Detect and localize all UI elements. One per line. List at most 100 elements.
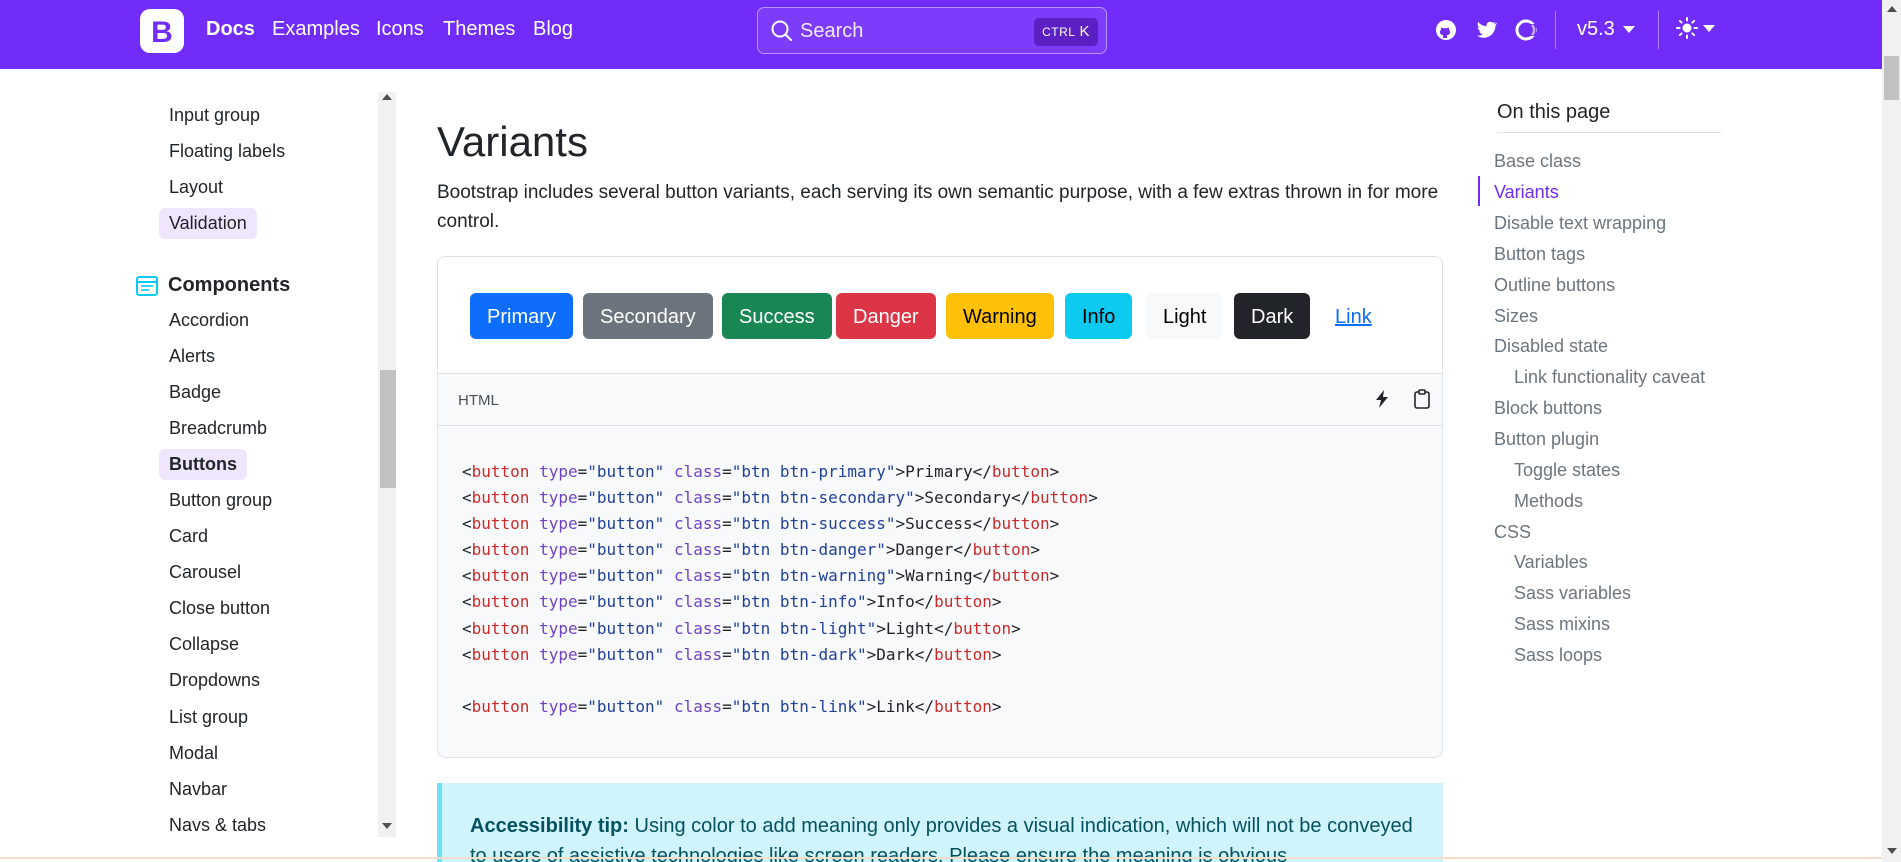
sidebar-item-carousel[interactable]: Carousel xyxy=(169,562,241,583)
button-example-preview: Primary Secondary Success Danger Warning… xyxy=(437,256,1443,374)
scroll-up-arrow-icon[interactable] xyxy=(382,94,392,100)
docs-sidebar: Input group Floating labels Layout Valid… xyxy=(0,90,380,862)
code-line: <button type="button" class="btn btn-pri… xyxy=(462,462,1060,481)
sidebar-item-card[interactable]: Card xyxy=(169,526,208,547)
version-dropdown[interactable]: v5.3 xyxy=(1577,18,1635,41)
toc-item[interactable]: Disable text wrapping xyxy=(1494,213,1666,234)
code-line: <button type="button" class="btn btn-inf… xyxy=(462,592,1002,611)
bootstrap-logo-icon[interactable]: B xyxy=(138,7,186,55)
toc-item[interactable]: Disabled state xyxy=(1494,336,1608,357)
sidebar-item-alerts[interactable]: Alerts xyxy=(169,346,215,367)
components-icon xyxy=(136,275,158,296)
nav-docs-link[interactable]: Docs xyxy=(206,18,255,41)
code-line: <button type="button" class="btn btn-lin… xyxy=(462,697,1002,716)
sidebar-item-button-group[interactable]: Button group xyxy=(169,490,272,511)
nav-blog-link[interactable]: Blog xyxy=(533,18,573,41)
code-line: <button type="button" class="btn btn-sec… xyxy=(462,488,1098,507)
code-language-label: HTML xyxy=(458,392,499,409)
danger-button[interactable]: Danger xyxy=(836,293,936,339)
sidebar-heading-components: Components xyxy=(136,274,290,297)
toc-item[interactable]: Outline buttons xyxy=(1494,275,1615,296)
scroll-down-arrow-icon[interactable] xyxy=(382,823,392,829)
opencollective-icon[interactable] xyxy=(1514,18,1538,42)
page-scrollbar-thumb[interactable] xyxy=(1884,56,1899,100)
toc-divider xyxy=(1497,132,1721,133)
toc-item[interactable]: Sass variables xyxy=(1514,583,1631,604)
toc-item[interactable]: Sizes xyxy=(1494,306,1538,327)
toc-active-indicator xyxy=(1478,176,1480,206)
sun-icon xyxy=(1676,17,1698,39)
scroll-down-arrow-icon[interactable] xyxy=(1887,848,1897,854)
sidebar-item-collapse[interactable]: Collapse xyxy=(169,634,239,655)
callout-title: Accessibility tip: xyxy=(470,815,629,837)
warning-button[interactable]: Warning xyxy=(946,293,1054,339)
theme-toggle-dropdown[interactable] xyxy=(1675,16,1715,40)
code-line: <button type="button" class="btn btn-suc… xyxy=(462,514,1060,533)
clipboard-icon[interactable] xyxy=(1411,388,1433,410)
dark-button[interactable]: Dark xyxy=(1234,293,1311,339)
sidebar-item-navbar[interactable]: Navbar xyxy=(169,779,227,800)
search-placeholder: Search xyxy=(800,20,864,42)
twitter-icon[interactable] xyxy=(1474,18,1498,42)
top-navbar: B Docs Examples Icons Themes Blog Search… xyxy=(0,0,1882,69)
chevron-down-icon xyxy=(1622,26,1635,34)
toc-item[interactable]: Sass mixins xyxy=(1514,614,1610,635)
sidebar-item-layout[interactable]: Layout xyxy=(169,177,223,198)
lightning-icon[interactable] xyxy=(1371,388,1393,410)
svg-text:B: B xyxy=(151,16,173,49)
sidebar-item-buttons[interactable]: Buttons xyxy=(159,449,247,480)
scroll-up-arrow-icon[interactable] xyxy=(1887,6,1897,12)
code-line: <button type="button" class="btn btn-lig… xyxy=(462,619,1021,638)
sidebar-item-list-group[interactable]: List group xyxy=(169,707,248,728)
search-icon xyxy=(771,20,792,41)
search-shortcut-badge: CTRL K xyxy=(1034,18,1098,46)
code-snippet-header: HTML xyxy=(437,373,1443,426)
secondary-button[interactable]: Secondary xyxy=(583,293,713,339)
navbar-divider xyxy=(1658,11,1659,49)
toc-item[interactable]: Sass loops xyxy=(1514,645,1602,666)
sidebar-item-validation[interactable]: Validation xyxy=(159,208,257,239)
sidebar-item-input-group[interactable]: Input group xyxy=(169,105,260,126)
toc-item[interactable]: Button plugin xyxy=(1494,429,1599,450)
accessibility-callout: Accessibility tip: Using color to add me… xyxy=(437,783,1443,862)
page-scrollbar[interactable] xyxy=(1882,0,1901,862)
code-snippet-body: <button type="button" class="btn btn-pri… xyxy=(437,426,1443,758)
sidebar-item-badge[interactable]: Badge xyxy=(169,382,221,403)
toc-item[interactable]: Methods xyxy=(1514,491,1583,512)
section-title: Variants xyxy=(437,118,588,165)
search-input[interactable]: Search CTRL K xyxy=(757,7,1107,54)
github-icon[interactable] xyxy=(1434,18,1458,42)
sidebar-item-floating-labels[interactable]: Floating labels xyxy=(169,141,285,162)
toc-item[interactable]: Block buttons xyxy=(1494,398,1602,419)
sidebar-item-breadcrumb[interactable]: Breadcrumb xyxy=(169,418,267,439)
nav-themes-link[interactable]: Themes xyxy=(443,18,515,41)
info-button[interactable]: Info xyxy=(1065,293,1133,339)
code-line: <button type="button" class="btn btn-dan… xyxy=(462,540,1041,559)
toc-item[interactable]: Toggle states xyxy=(1514,460,1620,481)
bottom-edge xyxy=(0,857,1882,859)
toc-item[interactable]: Variables xyxy=(1514,552,1588,573)
primary-button[interactable]: Primary xyxy=(470,293,573,339)
toc-item[interactable]: Link functionality caveat xyxy=(1514,367,1705,388)
toc-item[interactable]: Base class xyxy=(1494,151,1581,172)
toc-item[interactable]: Button tags xyxy=(1494,244,1585,265)
sidebar-scrollbar-thumb[interactable] xyxy=(380,370,396,488)
link-button[interactable]: Link xyxy=(1318,293,1389,339)
toc-title: On this page xyxy=(1497,101,1611,123)
section-lead: Bootstrap includes several button varian… xyxy=(437,182,1439,232)
toc-item[interactable]: CSS xyxy=(1494,522,1531,543)
sidebar-item-accordion[interactable]: Accordion xyxy=(169,310,249,331)
code-line: <button type="button" class="btn btn-dar… xyxy=(462,645,1002,664)
sidebar-item-close-button[interactable]: Close button xyxy=(169,598,270,619)
chevron-down-icon xyxy=(1703,24,1715,32)
sidebar-item-dropdowns[interactable]: Dropdowns xyxy=(169,670,260,691)
components-heading-label: Components xyxy=(168,274,291,296)
sidebar-item-navs-tabs[interactable]: Navs & tabs xyxy=(169,815,266,836)
light-button[interactable]: Light xyxy=(1146,293,1224,339)
navbar-divider xyxy=(1555,11,1556,49)
sidebar-item-modal[interactable]: Modal xyxy=(169,743,218,764)
success-button[interactable]: Success xyxy=(722,293,832,339)
toc-item[interactable]: Variants xyxy=(1494,182,1559,203)
nav-icons-link[interactable]: Icons xyxy=(376,18,424,41)
nav-examples-link[interactable]: Examples xyxy=(272,18,360,41)
